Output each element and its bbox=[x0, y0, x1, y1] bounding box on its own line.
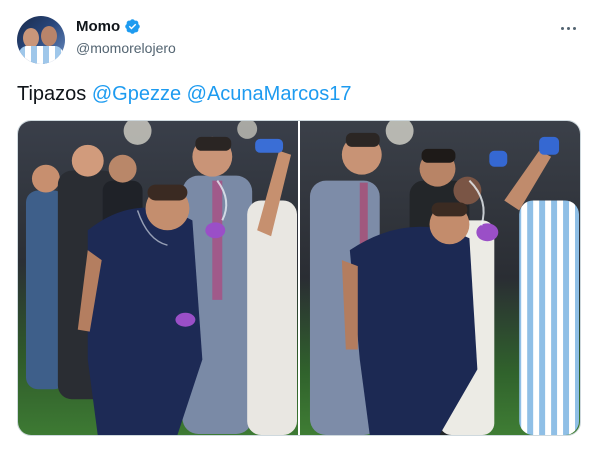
author-row: Momo bbox=[76, 18, 141, 35]
dot bbox=[560, 26, 564, 30]
avatar-face-right bbox=[41, 26, 57, 46]
avatar[interactable] bbox=[17, 16, 65, 64]
tweet-text-prefix: Tipazos bbox=[17, 83, 92, 105]
media-photo-1[interactable] bbox=[18, 121, 298, 435]
tweet-text: Tipazos @Gpezze @AcunaMarcos17 bbox=[17, 80, 351, 108]
author-handle[interactable]: @momorelojero bbox=[76, 40, 176, 56]
tweet-media bbox=[17, 120, 581, 436]
more-options-icon[interactable] bbox=[558, 18, 578, 38]
author-name[interactable]: Momo bbox=[76, 18, 120, 35]
media-photo-2[interactable] bbox=[300, 121, 580, 435]
tweet: Momo @momorelojero Tipazos @Gpezze @Acun… bbox=[0, 0, 593, 451]
avatar-shirt bbox=[19, 46, 63, 64]
photo-1-image bbox=[18, 121, 298, 435]
verified-badge-icon bbox=[125, 19, 140, 34]
photo-2-image bbox=[300, 121, 580, 435]
avatar-face-left bbox=[23, 28, 39, 48]
dot bbox=[572, 26, 576, 30]
mention-link[interactable]: @AcunaMarcos17 bbox=[187, 83, 352, 105]
mention-link[interactable]: @Gpezze bbox=[92, 83, 181, 105]
dot bbox=[566, 26, 570, 30]
